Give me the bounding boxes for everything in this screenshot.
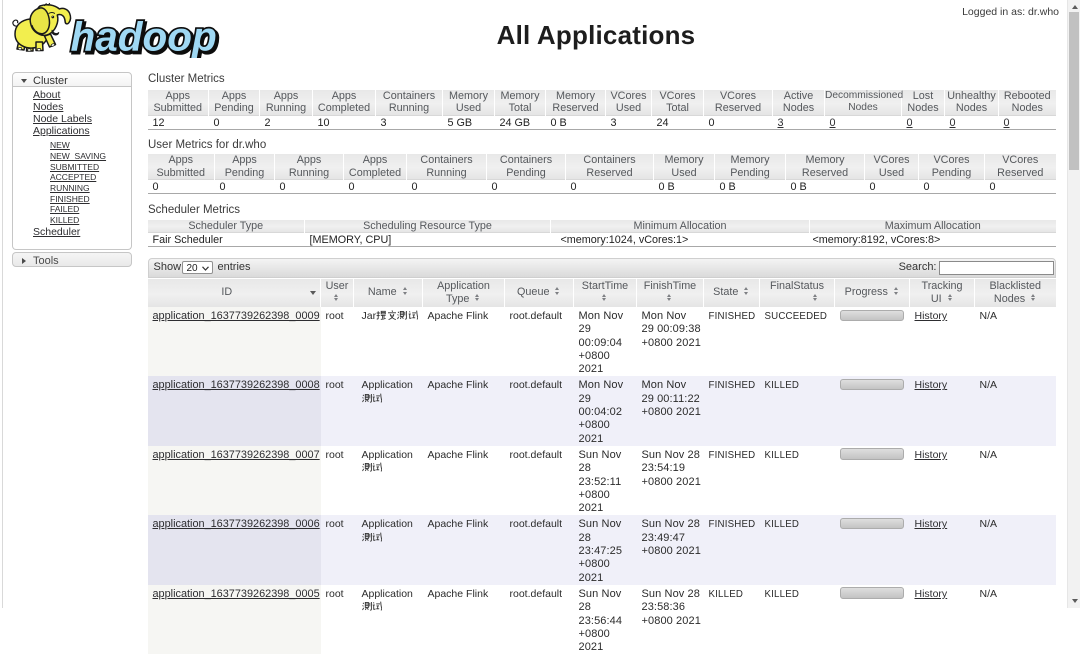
svg-text:hadoop: hadoop	[71, 14, 217, 59]
